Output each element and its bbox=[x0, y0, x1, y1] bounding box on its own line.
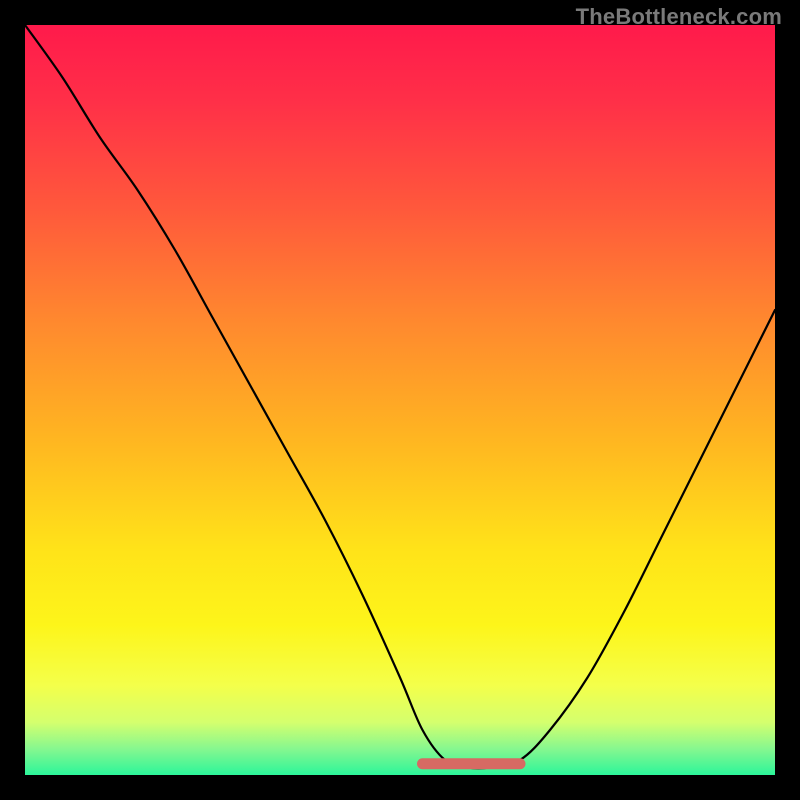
gradient-background bbox=[25, 25, 775, 775]
watermark-text: TheBottleneck.com bbox=[576, 4, 782, 30]
chart-frame: TheBottleneck.com bbox=[0, 0, 800, 800]
plot-area bbox=[25, 25, 775, 775]
bottleneck-chart bbox=[25, 25, 775, 775]
